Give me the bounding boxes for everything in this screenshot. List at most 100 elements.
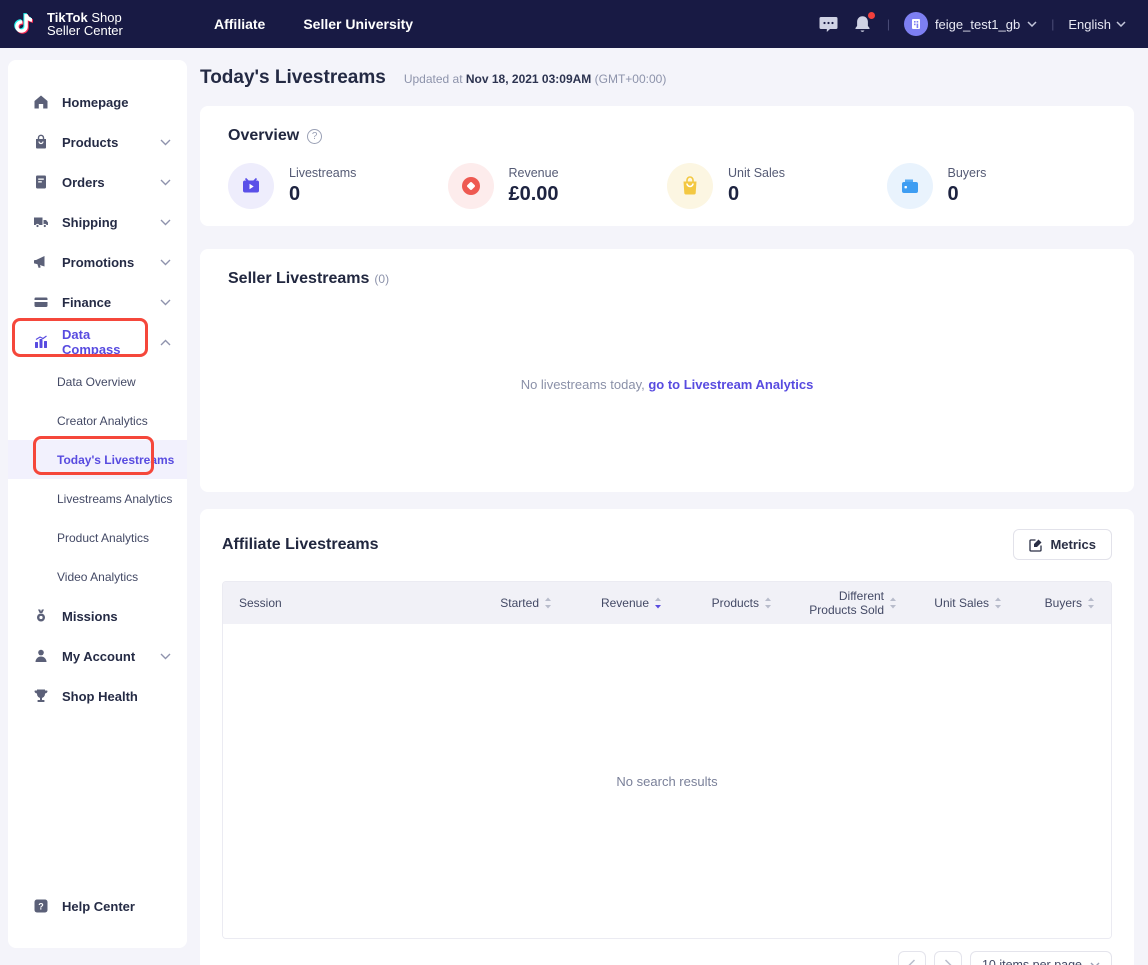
unit-sales-bag-icon [667, 163, 713, 209]
bell-icon[interactable] [853, 14, 873, 34]
no-results-text: No search results [616, 774, 717, 789]
buyers-wallet-icon [887, 163, 933, 209]
chevron-down-icon [160, 139, 171, 146]
overview-card: Overview ? Livestreams 0 Revenue £0.00 [200, 106, 1134, 226]
table-empty-body: No search results [223, 624, 1111, 938]
sort-icon-active-desc [654, 597, 662, 609]
username: feige_test1_gb [935, 17, 1020, 32]
sidebar-subitem-livestreams-analytics[interactable]: Livestreams Analytics [8, 479, 187, 518]
metric-buyers: Buyers 0 [887, 163, 1107, 209]
metric-unit-sales: Unit Sales 0 [667, 163, 887, 209]
chevron-down-icon [160, 653, 171, 660]
sidebar-item-data-compass[interactable]: Data Compass [8, 322, 187, 362]
sidebar-item-my-account[interactable]: My Account [8, 636, 187, 676]
promotions-megaphone-icon [33, 254, 49, 270]
sidebar-item-promotions[interactable]: Promotions [8, 242, 187, 282]
avatar [904, 12, 928, 36]
sidebar-item-help-center[interactable]: ? Help Center [8, 886, 187, 926]
sort-icon [994, 597, 1002, 609]
sidebar-item-finance[interactable]: Finance [8, 282, 187, 322]
top-navbar: TikTok Shop Seller Center Affiliate Sell… [0, 0, 1148, 48]
svg-text:?: ? [38, 901, 44, 911]
main-content: Today's Livestreams Updated at Nov 18, 2… [200, 60, 1134, 965]
account-person-icon [33, 648, 49, 664]
metric-revenue: Revenue £0.00 [448, 163, 668, 209]
overview-title: Overview [228, 127, 299, 145]
sort-icon [544, 597, 552, 609]
divider: | [887, 17, 890, 31]
sidebar-subitem-creator-analytics[interactable]: Creator Analytics [8, 401, 187, 440]
affiliate-table: Session Started Revenue Products Differe… [222, 581, 1112, 939]
home-icon [33, 94, 49, 110]
sidebar-item-orders[interactable]: Orders [8, 162, 187, 202]
sidebar-item-shipping[interactable]: Shipping [8, 202, 187, 242]
metric-value: 0 [948, 183, 987, 206]
updated-timestamp: Updated at Nov 18, 2021 03:09AM (GMT+00:… [404, 72, 667, 86]
divider: | [1051, 17, 1054, 31]
revenue-coin-icon [448, 163, 494, 209]
data-compass-chart-icon [33, 334, 49, 350]
column-header-products[interactable]: Products [678, 596, 788, 610]
sidebar-subitem-data-overview[interactable]: Data Overview [8, 362, 187, 401]
sidebar-item-shop-health[interactable]: Shop Health [8, 676, 187, 716]
chevron-down-icon [160, 299, 171, 306]
sidebar-item-missions[interactable]: Missions [8, 596, 187, 636]
pagination: 10 items per page [222, 951, 1112, 965]
pagination-next-button[interactable] [934, 951, 962, 965]
sort-icon [1087, 597, 1095, 609]
column-header-started[interactable]: Started [463, 596, 568, 610]
orders-document-icon [33, 174, 49, 190]
help-circle-icon[interactable]: ? [307, 129, 322, 144]
missions-medal-icon [33, 608, 49, 624]
tiktok-shop-logo[interactable]: TikTok Shop Seller Center [0, 9, 214, 39]
sidebar: Homepage Products Orders Shipping Promot… [8, 60, 187, 948]
user-menu[interactable]: feige_test1_gb [904, 12, 1037, 36]
metric-value: 0 [289, 183, 356, 206]
chevron-down-icon [160, 179, 171, 186]
nav-link-seller-university[interactable]: Seller University [303, 16, 413, 32]
seller-livestreams-count: (0) [374, 272, 389, 286]
column-header-session: Session [223, 596, 463, 610]
affiliate-livestreams-title: Affiliate Livestreams [222, 536, 379, 554]
column-header-revenue[interactable]: Revenue [568, 596, 678, 610]
table-header-row: Session Started Revenue Products Differe… [223, 582, 1111, 624]
metric-value: £0.00 [509, 183, 559, 206]
affiliate-livestreams-card: Affiliate Livestreams Metrics Session St… [200, 509, 1134, 965]
sort-icon [764, 597, 772, 609]
sidebar-subitem-video-analytics[interactable]: Video Analytics [8, 557, 187, 596]
language-label: English [1068, 17, 1111, 32]
sidebar-item-products[interactable]: Products [8, 122, 187, 162]
sort-icon [889, 597, 897, 609]
language-selector[interactable]: English [1068, 17, 1126, 32]
tiktok-note-icon [14, 9, 38, 39]
notification-badge [868, 12, 875, 19]
shipping-truck-icon [33, 214, 49, 230]
livestream-tv-icon [228, 163, 274, 209]
metrics-button[interactable]: Metrics [1013, 529, 1112, 560]
seller-empty-state: No livestreams today, go to Livestream A… [200, 377, 1134, 392]
nav-link-affiliate[interactable]: Affiliate [214, 16, 265, 32]
finance-card-icon [33, 294, 49, 310]
column-header-different-products-sold[interactable]: Different Products Sold [788, 589, 913, 617]
metric-value: 0 [728, 183, 785, 206]
column-header-buyers[interactable]: Buyers [1018, 596, 1111, 610]
sidebar-item-homepage[interactable]: Homepage [8, 82, 187, 122]
logo-text: TikTok Shop Seller Center [47, 11, 123, 37]
products-bag-icon [33, 134, 49, 150]
metric-livestreams: Livestreams 0 [228, 163, 448, 209]
help-question-icon: ? [33, 898, 49, 914]
livestream-analytics-link[interactable]: go to Livestream Analytics [648, 377, 813, 392]
seller-livestreams-title: Seller Livestreams [228, 270, 369, 287]
items-per-page-select[interactable]: 10 items per page [970, 951, 1112, 965]
shop-health-trophy-icon [33, 688, 49, 704]
chevron-down-icon [160, 219, 171, 226]
sidebar-subitem-todays-livestreams[interactable]: Today's Livestreams [8, 440, 187, 479]
column-header-unit-sales[interactable]: Unit Sales [913, 596, 1018, 610]
chat-icon[interactable] [819, 14, 839, 34]
sidebar-subitem-product-analytics[interactable]: Product Analytics [8, 518, 187, 557]
seller-livestreams-card: Seller Livestreams (0) No livestreams tod… [200, 249, 1134, 492]
chevron-up-icon [160, 339, 171, 346]
edit-icon [1029, 538, 1043, 552]
pagination-prev-button[interactable] [898, 951, 926, 965]
page-title: Today's Livestreams [200, 67, 386, 89]
